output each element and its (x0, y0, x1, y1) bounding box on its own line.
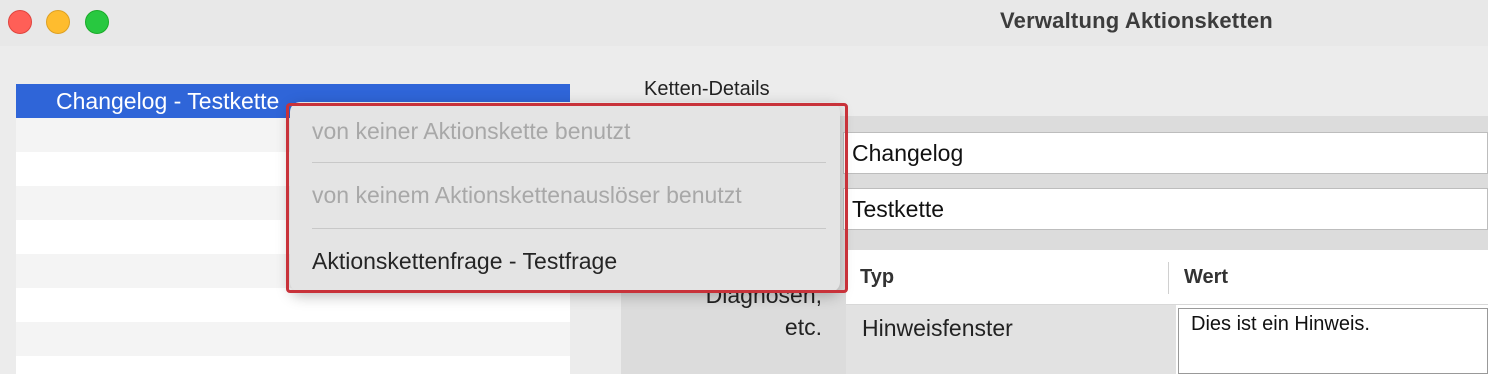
window-title: Verwaltung Aktionsketten (1000, 8, 1273, 33)
column-header-wert[interactable]: Wert (1184, 266, 1228, 289)
menu-separator (312, 228, 826, 229)
actions-label-line2: etc. (784, 314, 822, 340)
table-cell-wert[interactable]: Dies ist ein Hinweis. (1178, 308, 1488, 374)
table-cell-typ[interactable]: Hinweisfenster (846, 305, 1176, 374)
title-bar: Verwaltung Aktionsketten (0, 0, 1488, 46)
usage-popup-menu: von keiner Aktionskette benutzt von kein… (290, 102, 840, 292)
column-header-typ[interactable]: Typ (860, 266, 894, 289)
menu-item-chain-question[interactable]: Aktionskettenfrage - Testfrage (312, 248, 617, 275)
menu-separator (312, 162, 826, 163)
minimize-window-button[interactable] (46, 10, 70, 34)
chain-subname-field[interactable]: Testkette (843, 188, 1488, 230)
zoom-window-button[interactable] (85, 10, 109, 34)
chain-name-field[interactable]: Changelog (843, 132, 1488, 174)
close-window-button[interactable] (8, 10, 32, 34)
menu-item-unused-chain: von keiner Aktionskette benutzt (312, 118, 631, 144)
list-item-empty[interactable] (16, 322, 570, 356)
list-item-empty[interactable] (16, 356, 570, 374)
chain-details-label: Ketten-Details (644, 78, 770, 100)
column-divider[interactable] (1168, 262, 1169, 294)
menu-item-unused-trigger: von keinem Aktionskettenauslöser benutzt (312, 182, 742, 208)
actions-table: Typ Wert Hinweisfenster Dies ist ein Hin… (846, 250, 1488, 374)
list-item-empty[interactable] (16, 288, 570, 322)
